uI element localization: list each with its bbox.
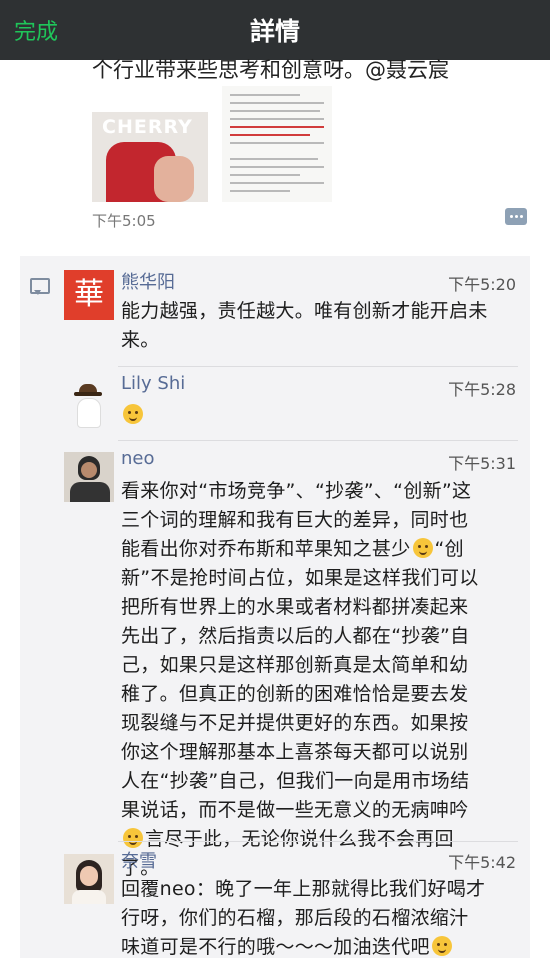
- article-line: [230, 94, 300, 96]
- comment-line: 先出了，然后指责以后的人都在“抄袭”自: [121, 625, 470, 647]
- article-line: [230, 182, 324, 184]
- comment-line: 回覆neo：晚了一年上那就得比我们好喝才: [121, 878, 486, 900]
- comment-line-tail: 言尽于此，无论你说什么我不会再回: [145, 828, 454, 850]
- article-line: [230, 110, 320, 112]
- avatar[interactable]: [64, 854, 114, 904]
- divider: [118, 366, 518, 367]
- article-line: [230, 142, 324, 144]
- article-line: [230, 102, 324, 104]
- comment-text: 能力越强，责任越大。唯有创新才能开启未来。: [121, 300, 488, 351]
- article-line: [230, 166, 324, 168]
- commenter-name[interactable]: 奈雪: [121, 847, 157, 873]
- page-title: 詳情: [249, 17, 300, 46]
- thinking-emoji-icon: [123, 404, 143, 424]
- comment-line-head: 味道可是不行的哦～～～加油迭代吧: [121, 936, 430, 958]
- comment-emoji: [121, 401, 517, 430]
- comment-line: 现裂缝与不足并提供更好的东西。如果按: [121, 712, 469, 734]
- comment-time: 下午5:20: [448, 275, 516, 294]
- avatar[interactable]: 華: [64, 270, 114, 320]
- image-arm: [154, 156, 194, 202]
- divider: [118, 841, 518, 842]
- commenter-name[interactable]: 熊华阳: [121, 268, 175, 294]
- comment-line: 新”不是抢时间占位，如果是这样我们可以: [121, 567, 479, 589]
- post-image-cherry[interactable]: CHERRY: [92, 86, 208, 202]
- comment-line: 把所有世界上的水果或者材料都拼凑起来: [121, 596, 469, 618]
- comment-line-tail: “创: [434, 538, 464, 560]
- divider: [118, 440, 518, 441]
- comment-text: 回覆neo：晚了一年上那就得比我们好喝才 行呀，你们的石榴，那后段的石榴浓缩汁 …: [121, 875, 517, 962]
- commenter-name[interactable]: neo: [121, 448, 155, 469]
- navbar: 完成 詳情: [0, 0, 550, 60]
- post-timestamp: 下午5:05: [92, 212, 156, 230]
- post-image-article[interactable]: [222, 86, 332, 202]
- image-word: CHERRY: [102, 116, 193, 138]
- article-line: [230, 174, 300, 176]
- comment-icon: [30, 278, 50, 295]
- more-dots-icon[interactable]: [505, 208, 527, 225]
- avatar[interactable]: [64, 378, 114, 428]
- smile-emoji-icon: [123, 828, 143, 848]
- comment-line: 能看出你对乔布斯和苹果知之甚少 “创: [121, 535, 517, 564]
- article-underline: [230, 126, 324, 128]
- image-top-band: [92, 86, 208, 112]
- comment-line: 你这个理解那基本上喜茶每天都可以说别: [121, 741, 469, 763]
- comment-time: 下午5:28: [448, 380, 516, 399]
- comment-line: 己，如果只是这样那创新真是太简单和幼: [121, 654, 469, 676]
- comment-line-head: 能看出你对乔布斯和苹果知之甚少: [121, 538, 411, 560]
- comment-line: 果说话，而不是做一些无意义的无病呻吟: [121, 799, 469, 821]
- commenter-name[interactable]: Lily Shi: [121, 373, 185, 394]
- comment-line: 看来你对“市场竞争”、“抄袭”、“创新”这: [121, 480, 472, 502]
- comment-line: 三个词的理解和我有巨大的差异，同时也: [121, 509, 469, 531]
- article-line: [230, 158, 318, 160]
- article-line: [230, 190, 290, 192]
- thinking-emoji-icon: [431, 936, 452, 956]
- post-text: 个行业带来些思考和创意呀。@聂云宸: [92, 58, 449, 82]
- comments-section: 華 熊华阳 下午5:20 能力越强，责任越大。唯有创新才能开启未来。 Lily …: [20, 256, 530, 958]
- comment-time: 下午5:42: [448, 853, 516, 872]
- comment-time: 下午5:31: [448, 454, 516, 473]
- comment-line: 人在“抄袭”自己，但我们一向是用市场结: [121, 770, 470, 792]
- comment-text: 看来你对“市场竞争”、“抄袭”、“创新”这 三个词的理解和我有巨大的差异，同时也…: [121, 477, 517, 883]
- article-line: [230, 118, 324, 120]
- comment-line: 行呀，你们的石榴，那后段的石榴浓缩汁: [121, 907, 469, 929]
- avatar[interactable]: [64, 452, 114, 502]
- comment-line: 稚了。但真正的创新的困难恰恰是要去发: [121, 683, 469, 705]
- thinking-emoji-icon: [412, 538, 433, 558]
- article-underline: [230, 134, 310, 136]
